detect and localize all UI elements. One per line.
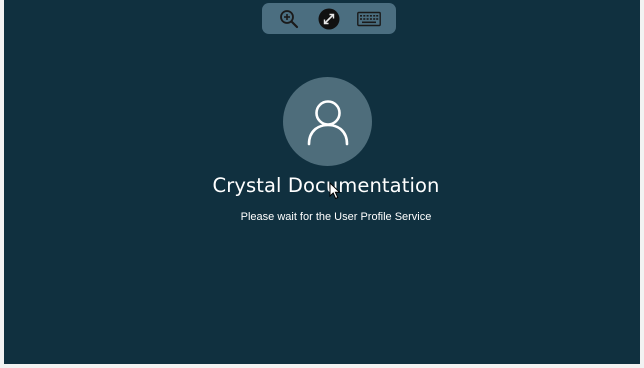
keyboard-button[interactable]	[356, 6, 382, 32]
user-name: Crystal Documentation	[212, 174, 440, 197]
user-avatar	[283, 77, 372, 166]
connection-icon	[318, 8, 340, 29]
zoom-in-icon	[280, 9, 299, 28]
connection-button[interactable]	[316, 6, 342, 32]
remote-session-toolbar	[262, 3, 396, 34]
mouse-cursor-icon	[329, 182, 341, 200]
window-edge	[640, 0, 644, 368]
zoom-in-button[interactable]	[276, 6, 302, 32]
status-message: Please wait for the User Profile Service	[240, 211, 432, 223]
user-icon	[307, 99, 348, 145]
lock-screen: Crystal Documentation Please wait for th…	[4, 0, 640, 364]
keyboard-icon	[357, 11, 381, 26]
